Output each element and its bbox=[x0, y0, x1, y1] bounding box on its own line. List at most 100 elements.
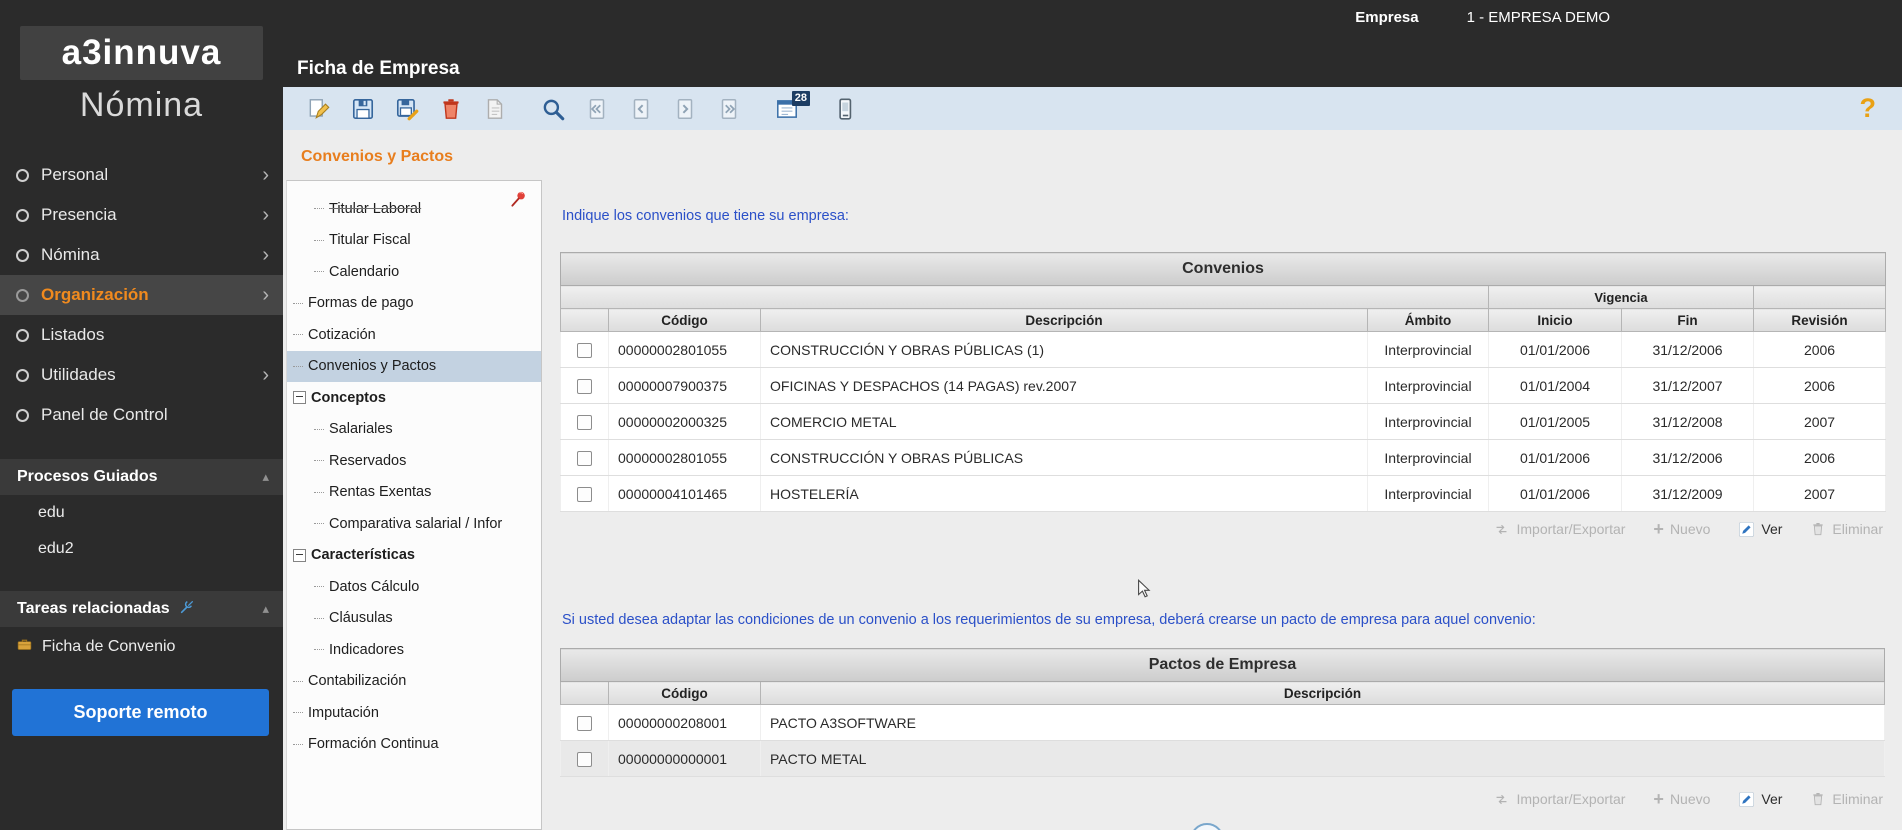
tree-item-label: Rentas Exentas bbox=[329, 484, 432, 501]
row-checkbox[interactable] bbox=[577, 378, 592, 394]
sidebar-item-label: Personal bbox=[41, 165, 109, 184]
revision-cell: 2007 bbox=[1752, 475, 1887, 512]
tree-item-label: Formas de pago bbox=[308, 295, 414, 312]
calendar-icon[interactable]: 28 bbox=[773, 90, 810, 123]
sidebar-item-presencia[interactable]: Presencia › bbox=[0, 195, 283, 235]
sidebar-item-listados[interactable]: Listados bbox=[0, 315, 283, 355]
pencil-icon bbox=[1739, 791, 1755, 807]
nav-previous-icon[interactable] bbox=[627, 95, 655, 123]
tree-item-indicadores[interactable]: Indicadores bbox=[287, 634, 541, 666]
inicio-cell: 01/01/2006 bbox=[1488, 331, 1622, 368]
app-logo: a3innuva Nómina bbox=[20, 26, 263, 125]
tree-connector bbox=[314, 586, 324, 588]
bullet-icon bbox=[16, 168, 29, 182]
tree-item-rentas-exentas[interactable]: Rentas Exentas bbox=[287, 477, 541, 509]
tree-item-datos-calculo[interactable]: Datos Cálculo bbox=[287, 571, 541, 603]
section-tareas-relacionadas[interactable]: Tareas relacionadas ▴ bbox=[0, 591, 283, 627]
tree-item-label: Imputación bbox=[308, 704, 379, 721]
tree-item-comparativa-salarial[interactable]: Comparativa salarial / Infor bbox=[287, 508, 541, 540]
sidebar-item-label: Utilidades bbox=[41, 365, 116, 384]
tree-item-label: Convenios y Pactos bbox=[308, 358, 437, 375]
sidebar-item-nomina[interactable]: Nómina › bbox=[0, 235, 283, 275]
tree-item-contabilizacion[interactable]: Contabilización bbox=[287, 666, 541, 698]
search-icon[interactable] bbox=[539, 95, 567, 123]
tree-item-caracteristicas[interactable]: Características bbox=[287, 540, 541, 572]
tree-connector bbox=[293, 712, 303, 714]
sidebar-item-ficha-de-convenio[interactable]: Ficha de Convenio bbox=[0, 627, 283, 667]
logo-product: Nómina bbox=[79, 86, 204, 124]
tree-connector bbox=[314, 428, 324, 430]
convenios-instruction: Indique los convenios que tiene su empre… bbox=[562, 208, 849, 224]
delete-icon[interactable] bbox=[437, 95, 465, 123]
sidebar-item-label: Listados bbox=[41, 325, 105, 344]
nav-next-icon[interactable] bbox=[671, 95, 699, 123]
fin-cell: 31/12/2009 bbox=[1621, 475, 1754, 512]
row-checkbox[interactable] bbox=[577, 715, 592, 731]
new-button[interactable]: + Nuevo bbox=[1653, 520, 1710, 538]
codigo-cell: 00000002801055 bbox=[608, 439, 761, 476]
nav-first-icon[interactable] bbox=[583, 95, 611, 123]
action-label: Importar/Exportar bbox=[1516, 521, 1626, 537]
row-checkbox[interactable] bbox=[577, 342, 592, 358]
sidebar-item-panel-de-control[interactable]: Panel de Control bbox=[0, 395, 283, 435]
descripcion-cell: HOSTELERÍA bbox=[760, 475, 1368, 512]
context-label: Empresa bbox=[1355, 9, 1419, 26]
save-icon[interactable] bbox=[349, 95, 377, 123]
view-button[interactable]: Ver bbox=[1738, 521, 1782, 538]
convenio-row: 00000002801055 CONSTRUCCIÓN Y OBRAS PÚBL… bbox=[560, 331, 1887, 368]
row-checkbox[interactable] bbox=[577, 486, 592, 502]
tree-item-titular-fiscal[interactable]: Titular Fiscal bbox=[287, 225, 541, 257]
save-as-icon[interactable] bbox=[393, 95, 421, 123]
tree-item-convenios-y-pactos[interactable]: Convenios y Pactos bbox=[287, 350, 541, 382]
tree-item-salariales[interactable]: Salariales bbox=[287, 414, 541, 446]
tree-item-conceptos[interactable]: Conceptos bbox=[287, 382, 541, 414]
sidebar-item-utilidades[interactable]: Utilidades › bbox=[0, 355, 283, 395]
import-export-button[interactable]: Importar/Exportar bbox=[1493, 521, 1625, 538]
guided-process-label: edu2 bbox=[38, 540, 74, 557]
convenio-row: 00000004101465 HOSTELERÍA Interprovincia… bbox=[560, 475, 1887, 512]
row-checkbox[interactable] bbox=[577, 450, 592, 466]
inicio-cell: 01/01/2006 bbox=[1488, 475, 1622, 512]
sidebar-item-organizacion[interactable]: Organización › bbox=[0, 275, 283, 315]
sidebar-item-personal[interactable]: Personal › bbox=[0, 155, 283, 195]
remote-support-button[interactable]: Soporte remoto bbox=[12, 689, 269, 736]
tree-item-formas-de-pago[interactable]: Formas de pago bbox=[287, 288, 541, 320]
row-checkbox[interactable] bbox=[577, 414, 592, 430]
tree-item-label: Reservados bbox=[329, 452, 407, 469]
sidebar-item-edu2[interactable]: edu2 bbox=[0, 531, 283, 567]
document-icon[interactable] bbox=[481, 95, 509, 123]
sidebar-item-edu[interactable]: edu bbox=[0, 495, 283, 531]
tree-item-imputacion[interactable]: Imputación bbox=[287, 697, 541, 729]
tree-connector bbox=[293, 302, 303, 304]
tree-item-label: Características bbox=[311, 547, 415, 564]
row-checkbox[interactable] bbox=[577, 751, 592, 767]
pactos-actions: Importar/Exportar + Nuevo Ver Eliminar bbox=[1493, 790, 1883, 808]
help-icon[interactable]: ? bbox=[1860, 93, 1877, 124]
tree-item-label: Titular Fiscal bbox=[329, 232, 411, 249]
tree-item-calendario[interactable]: Calendario bbox=[287, 256, 541, 288]
tree-item-formacion-continua[interactable]: Formación Continua bbox=[287, 729, 541, 761]
view-button[interactable]: Ver bbox=[1738, 791, 1782, 808]
collapse-minus-icon[interactable] bbox=[293, 391, 306, 405]
nav-last-icon[interactable] bbox=[715, 95, 743, 123]
section-procesos-guiados[interactable]: Procesos Guiados ▴ bbox=[0, 459, 283, 495]
company-selector[interactable]: 1 - EMPRESA DEMO bbox=[1467, 9, 1610, 26]
collapse-minus-icon[interactable] bbox=[293, 548, 306, 562]
new-button[interactable]: + Nuevo bbox=[1653, 790, 1710, 808]
device-icon[interactable] bbox=[831, 95, 859, 123]
delete-button[interactable]: Eliminar bbox=[1810, 521, 1883, 537]
tree-item-label: Salariales bbox=[329, 421, 393, 438]
tree-item-clausulas[interactable]: Cláusulas bbox=[287, 603, 541, 635]
edit-icon[interactable] bbox=[305, 95, 333, 123]
fin-cell: 31/12/2008 bbox=[1621, 403, 1754, 440]
import-export-button[interactable]: Importar/Exportar bbox=[1493, 791, 1625, 808]
delete-button[interactable]: Eliminar bbox=[1810, 791, 1883, 807]
tree-item-titular-laboral[interactable]: Titular Laboral bbox=[287, 193, 541, 225]
tree-item-label: Cotización bbox=[308, 326, 376, 343]
inicio-cell: 01/01/2005 bbox=[1488, 403, 1622, 440]
collapse-arrow-icon: ▴ bbox=[262, 469, 269, 484]
topbar: Empresa 1 - EMPRESA DEMO bbox=[283, 9, 1902, 26]
ambito-cell: Interprovincial bbox=[1367, 331, 1489, 368]
tree-item-reservados[interactable]: Reservados bbox=[287, 445, 541, 477]
tree-item-cotizacion[interactable]: Cotización bbox=[287, 319, 541, 351]
